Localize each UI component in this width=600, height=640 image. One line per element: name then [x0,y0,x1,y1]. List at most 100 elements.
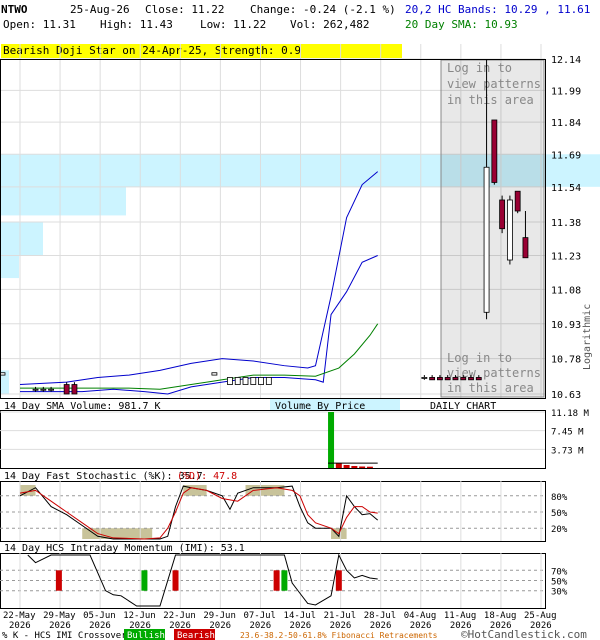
x-tick-label: 2026 [89,621,111,631]
x-tick-label: 12-Jun [123,611,156,621]
imi-crossover-signal [281,570,288,591]
x-tick-label: 2026 [249,621,271,631]
candle-body [32,388,39,391]
imi-crossover-signal [335,570,342,591]
imi-crossover-signal [172,570,179,591]
imi-tick-label: 30% [551,588,568,598]
x-tick-label: 29-Jun [203,611,236,621]
x-tick-label: 18-Aug [484,611,517,621]
price-tick-label: 11.54 [551,183,581,194]
login-overlay-text: Log in to [447,61,512,75]
candle-body [421,377,428,379]
login-overlay [440,59,545,398]
imi-crossover-signal [141,570,148,591]
x-tick-label: 2026 [49,621,71,631]
candle-body [250,377,257,385]
scale-label: Logarithmic [582,304,593,370]
x-tick-label: 21-Jul [324,611,357,621]
x-tick-label: 05-Jun [83,611,116,621]
x-tick-label: 25-Aug [524,611,557,621]
login-overlay-text: Log in to [447,351,512,365]
candle-body [242,377,249,385]
volume-by-price-bar [1,222,43,256]
x-tick-label: 14-Jul [284,611,317,621]
imi-crossover-signal [55,570,62,591]
x-tick-label: 22-Jun [163,611,196,621]
imi-title: 14 Day HCS Intraday Momentum (IMI): 53.1 [4,543,245,554]
x-tick-label: 29-May [43,611,76,621]
candle-body [71,384,78,395]
candle-body [506,199,513,261]
x-tick-label: 2026 [370,621,392,631]
candle-body [475,377,482,381]
footer-legend-prefix: % K - HCS IMI Crossover: [2,631,132,640]
candle-body [63,384,70,395]
candle-body [444,377,451,381]
stochastic-tick-label: 80% [551,493,568,503]
price-tick-label: 10.93 [551,320,581,331]
candle-body [265,377,272,385]
candle-body [234,377,241,385]
candle-body [40,388,47,391]
x-tick-label: 2026 [290,621,312,631]
candle-body [460,377,467,381]
candle-body [437,377,443,381]
login-overlay-text: in this area [447,93,534,107]
price-tick-label: 10.78 [551,355,581,366]
x-tick-label: 07-Jul [243,611,276,621]
candle-body [227,377,233,385]
volume-bar [359,466,366,468]
candle-body [452,377,459,381]
imi-tick-label: 70% [551,567,568,577]
candle-body [48,388,55,391]
price-tick-label: 11.38 [551,218,581,229]
candle-body [468,377,474,381]
login-overlay-text: in this area [447,381,534,395]
legend-bearish: Bearish [177,631,215,640]
price-tick-label: 11.23 [551,252,581,263]
candle-body [491,119,498,183]
price-tick-label: 11.08 [551,285,581,296]
x-tick-label: 2026 [410,621,432,631]
volume-tick-label: 7.45 M [551,428,584,438]
volume-bar [366,466,373,468]
stochastic-tick-label: 50% [551,509,568,519]
legend-fibonacci: 23.6-38.2-50-61.8% Fibonacci Retracement… [240,631,438,640]
x-tick-label: 2026 [9,621,31,631]
candle-body [499,199,506,230]
x-tick-label: 22-May [3,611,36,621]
volume-bar [328,412,335,468]
stochastic-title: 14 Day Fast Stochastic (%K): 35.7 [4,471,203,482]
volume-bar [335,463,342,468]
volume-bar [343,464,350,468]
candle-body [429,377,436,381]
copyright: ©HotCandlestick.com [461,628,587,640]
price-tick-label: 10.63 [551,390,581,401]
x-tick-label: 11-Aug [444,611,477,621]
price-tick-label: 11.99 [551,86,581,97]
volume-bar [351,465,358,468]
price-tick-label: 11.69 [551,150,581,161]
price-tick-label: 12.14 [551,55,581,66]
price-tick-label: 11.84 [551,118,581,129]
x-tick-label: 2026 [330,621,352,631]
candle-body [522,237,529,259]
candle-body [514,190,521,212]
volume-by-price-bar [1,255,19,279]
chart-canvas: 12.14 11.99 11.84 11.69 11.54 11.38 11.23 11.08… [0,44,600,640]
volume-tick-label: 11.18 M [551,409,590,419]
imi-tick-label: 50% [551,578,568,588]
login-overlay-text: view patterns [447,77,541,91]
stochastic-zone [245,485,285,496]
volume-panel-frame [0,410,546,469]
stochastic-d-title: (%D): 47.8 [177,471,237,482]
x-tick-label: 04-Aug [404,611,437,621]
imi-crossover-signal [273,570,280,591]
x-tick-label: 28-Jul [364,611,397,621]
legend-bullish: Bullish [127,631,165,640]
candle-body [211,372,218,376]
candle-body [258,377,264,385]
volume-tick-label: 3.73 M [551,446,584,456]
candle-body [483,166,490,313]
stochastic-tick-label: 20% [551,525,568,535]
